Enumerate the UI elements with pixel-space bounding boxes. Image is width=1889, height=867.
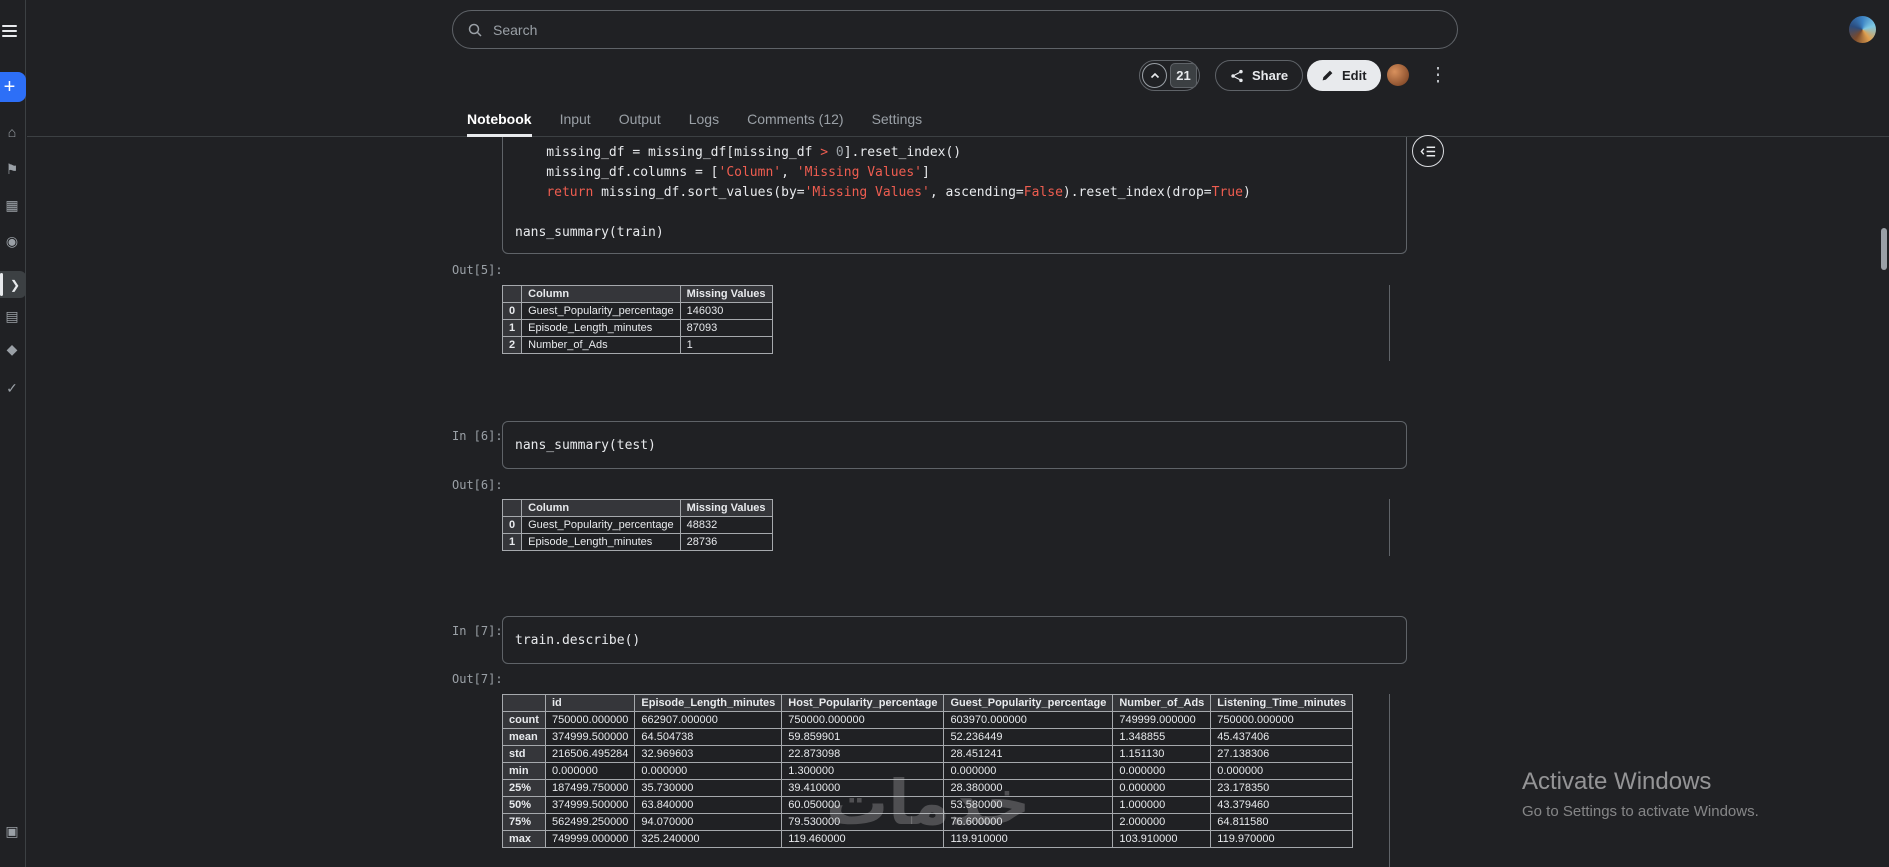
activate-title: Activate Windows — [1522, 768, 1712, 795]
archive-icon[interactable]: ▣ — [0, 819, 24, 843]
menu-icon[interactable] — [2, 22, 18, 40]
code-content: missing_df = missing_df[missing_df > 0].… — [515, 145, 1251, 240]
tab-output[interactable]: Output — [619, 103, 661, 137]
toc-icon — [1419, 146, 1435, 156]
discussions-icon[interactable]: ▤ — [0, 304, 24, 328]
tab-notebook[interactable]: Notebook — [467, 103, 532, 137]
out7-label: Out[7]: — [452, 672, 503, 686]
activate-subtitle: Go to Settings to activate Windows. — [1522, 803, 1759, 820]
out5-label: Out[5]: — [452, 263, 503, 277]
kaggle-notebook-screen: + ⌂ ⚑ ▦ ◉ ❯ ▤ ◆ ✓ ▣ 21 Share Edit ⋮ Note… — [0, 0, 1889, 867]
chevron-right-icon: ❯ — [10, 277, 21, 292]
datasets-icon[interactable]: ▦ — [0, 193, 24, 217]
output-margin-line — [1389, 694, 1390, 867]
search-icon — [468, 23, 482, 37]
create-button[interactable]: + — [0, 72, 26, 102]
code-cell-6[interactable]: nans_summary(test) — [502, 421, 1407, 469]
upvote-button[interactable]: 21 — [1139, 60, 1200, 91]
search-bar[interactable] — [452, 10, 1458, 49]
out5-table: Column Missing Values 0 Guest_Popularity_pe… — [501, 285, 773, 354]
tab-logs[interactable]: Logs — [689, 103, 719, 137]
tab-input[interactable]: Input — [560, 103, 591, 137]
active-indicator-bar — [0, 273, 3, 296]
upvote-caret-icon[interactable] — [1142, 63, 1167, 88]
code-content: nans_summary(test) — [515, 438, 656, 453]
search-input[interactable] — [493, 21, 1443, 38]
tab-settings[interactable]: Settings — [872, 103, 923, 137]
sidebar-expand-button[interactable]: ❯ — [0, 271, 26, 298]
code-cell-5[interactable]: missing_df = missing_df[missing_df > 0].… — [502, 137, 1407, 254]
home-icon[interactable]: ⌂ — [0, 120, 24, 144]
watermark-text: خدمات — [826, 766, 1031, 839]
sidebar: + ⌂ ⚑ ▦ ◉ ❯ ▤ ◆ ✓ ▣ — [0, 0, 26, 867]
vertical-scrollbar-thumb[interactable] — [1881, 228, 1887, 270]
vote-count: 21 — [1170, 63, 1197, 88]
user-avatar[interactable] — [1849, 16, 1876, 43]
bronze-medal-icon[interactable] — [1387, 64, 1409, 86]
notebook-tabs: Notebook Input Output Logs Comments (12)… — [467, 103, 922, 137]
share-label: Share — [1252, 68, 1289, 83]
output-margin-line — [1389, 285, 1390, 361]
out6-label: Out[6]: — [452, 478, 503, 492]
output-margin-line — [1389, 499, 1390, 556]
in7-label: In [7]: — [452, 624, 503, 638]
pencil-icon — [1322, 70, 1333, 81]
share-button[interactable]: Share — [1215, 60, 1304, 91]
code-cell-7[interactable]: train.describe() — [502, 616, 1407, 664]
out6-table: Column Missing Values 0 Guest_Popularity_pe… — [501, 499, 773, 551]
competitions-icon[interactable]: ⚑ — [0, 157, 24, 181]
table-of-contents-button[interactable] — [1412, 135, 1444, 167]
models-icon[interactable]: ◉ — [0, 229, 24, 253]
more-icon[interactable]: ✓ — [0, 376, 24, 400]
in6-label: In [6]: — [452, 429, 503, 443]
tab-comments[interactable]: Comments (12) — [747, 103, 843, 137]
plus-icon: + — [3, 76, 16, 98]
learn-icon[interactable]: ◆ — [0, 337, 24, 361]
share-icon — [1231, 69, 1243, 82]
edit-label: Edit — [1342, 68, 1367, 83]
activate-windows-watermark: Activate Windows Go to Settings to activ… — [1522, 768, 1759, 820]
code-content: train.describe() — [515, 633, 641, 648]
edit-button[interactable]: Edit — [1307, 60, 1381, 91]
more-options-icon[interactable]: ⋮ — [1429, 61, 1448, 89]
